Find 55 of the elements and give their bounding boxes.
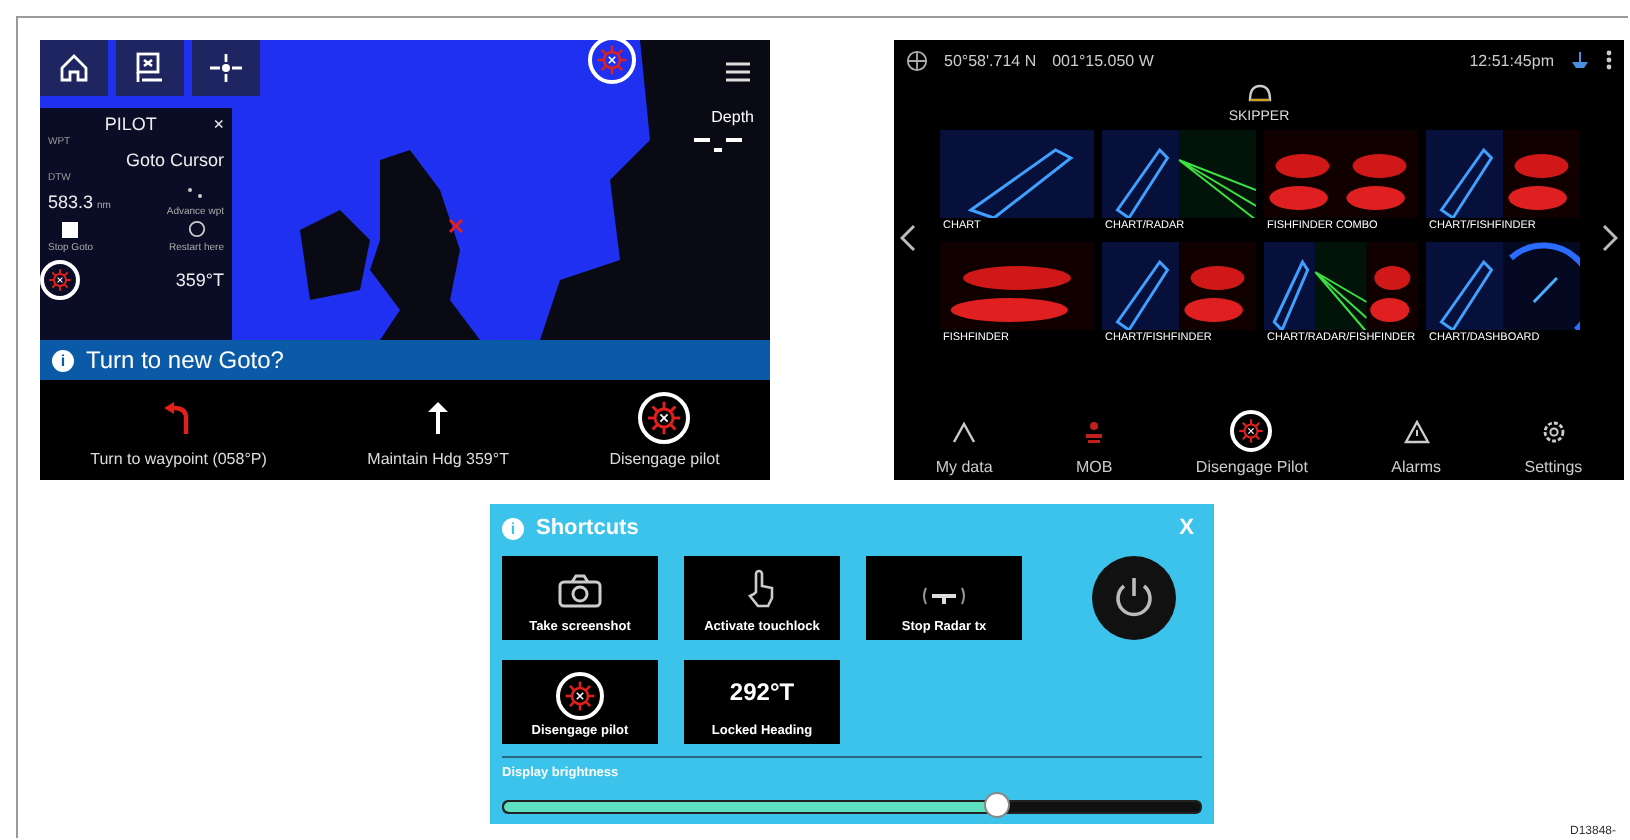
longitude-text: 001°15.050 W xyxy=(1052,51,1154,69)
flag-icon xyxy=(134,52,166,84)
helm-icon xyxy=(564,680,596,712)
toolbar-button[interactable] xyxy=(192,40,260,96)
toolbar-button[interactable] xyxy=(40,40,108,96)
helm-icon xyxy=(646,399,683,435)
banner-text: Turn to new Goto? xyxy=(86,346,284,374)
person-overboard-icon xyxy=(1082,419,1107,443)
heading-value: 292°T xyxy=(729,678,795,706)
nav-button[interactable]: Disengage Pilot xyxy=(1191,408,1312,480)
menu-icon[interactable] xyxy=(726,62,750,82)
network-icon xyxy=(950,419,979,443)
boat-status-icon xyxy=(1570,50,1590,70)
panel-title: PILOT xyxy=(104,114,157,134)
latitude-text: 50°58'.714 N xyxy=(944,51,1037,69)
toolbar-button[interactable] xyxy=(116,40,184,96)
globe-icon xyxy=(906,49,928,71)
action-button[interactable]: Turn to waypoint (058°P) xyxy=(86,389,271,471)
pointing-hand-icon xyxy=(746,568,778,608)
clock-text: 12:51:45pm xyxy=(1469,51,1554,69)
panel-title: Shortcuts xyxy=(536,516,639,540)
heading-value: 359°T xyxy=(175,270,224,290)
up-arrow-icon xyxy=(426,399,451,435)
depth-gauge-icon xyxy=(694,136,742,156)
helmet-icon xyxy=(1247,84,1271,104)
previous-button[interactable] xyxy=(900,224,916,252)
nav-button[interactable]: Settings xyxy=(1520,409,1587,479)
camera-icon xyxy=(558,574,602,608)
nav-button[interactable]: My data xyxy=(931,409,997,479)
info-icon: i xyxy=(52,349,74,371)
nav-button[interactable]: Alarms xyxy=(1387,409,1446,479)
close-button[interactable]: × xyxy=(213,114,224,134)
power-icon xyxy=(1110,574,1158,622)
bar-icon xyxy=(62,221,79,237)
power-button[interactable] xyxy=(1092,556,1176,640)
warning-icon xyxy=(1403,419,1430,443)
settings-icon xyxy=(1541,419,1566,443)
distance-value: 583.3 xyxy=(48,192,94,212)
slider-thumb[interactable] xyxy=(984,792,1011,818)
restart-icon xyxy=(187,220,206,238)
nav-button[interactable]: MOB xyxy=(1072,409,1117,479)
waypoint-value: Goto Cursor xyxy=(125,150,224,170)
helm-icon xyxy=(596,44,628,76)
home-icon xyxy=(58,52,90,84)
action-button[interactable]: Maintain Hdg 359°T xyxy=(363,389,513,471)
dots-icon xyxy=(183,186,208,202)
helm-icon xyxy=(1238,418,1265,444)
radar-antenna-icon xyxy=(920,584,968,608)
more-icon[interactable] xyxy=(1606,50,1612,70)
depth-label: Depth xyxy=(711,108,754,126)
action-button[interactable]: Disengage pilot xyxy=(605,389,724,471)
info-icon: i xyxy=(502,517,524,539)
next-button[interactable] xyxy=(1602,224,1618,252)
crosshair-icon xyxy=(208,52,244,84)
helm-icon xyxy=(48,268,72,292)
